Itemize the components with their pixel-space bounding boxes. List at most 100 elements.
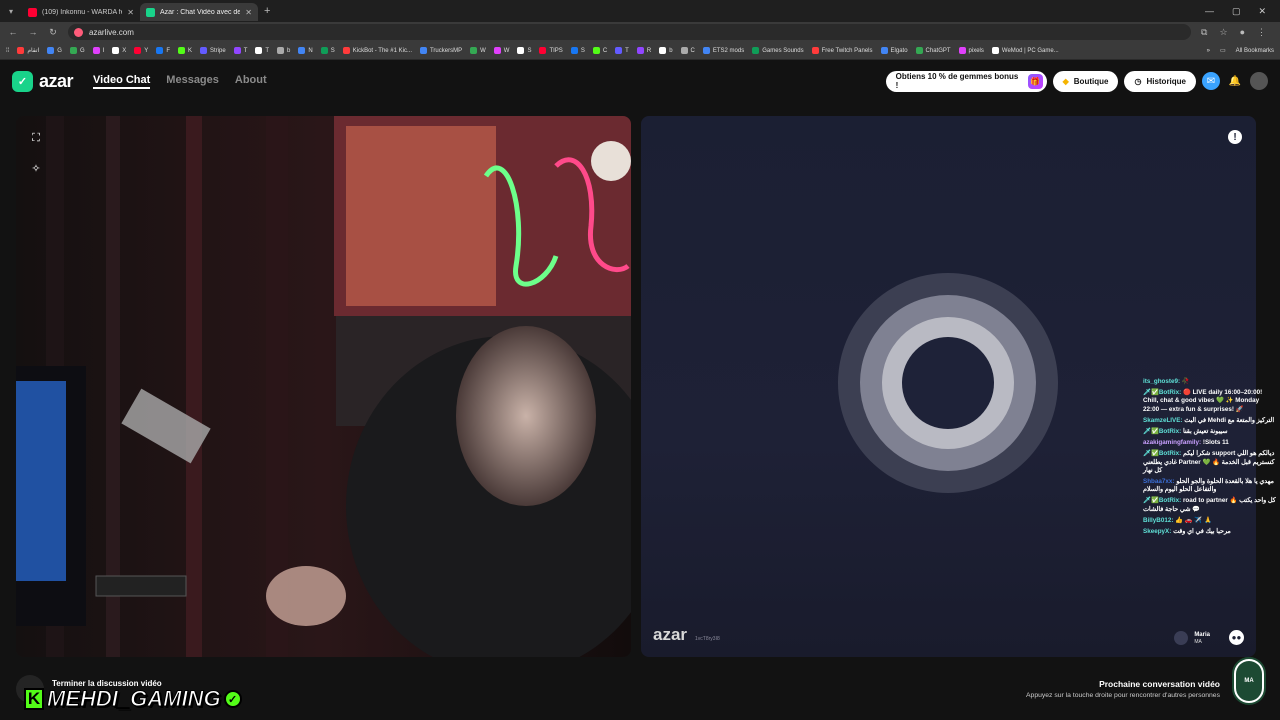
- verified-icon: ✓: [223, 690, 242, 708]
- chat-message: 🗡✅BotRix: 🔴 LIVE daily 16:00–20:00! Chil…: [1143, 389, 1276, 414]
- history-button[interactable]: ◷ Historique: [1124, 70, 1196, 92]
- bookmark-item[interactable]: Games Sounds: [752, 47, 804, 54]
- close-tab-icon[interactable]: ✕: [245, 8, 252, 17]
- avatar[interactable]: [1250, 72, 1268, 90]
- bell-icon[interactable]: 🔔: [1226, 72, 1244, 90]
- forward-icon[interactable]: →: [28, 27, 38, 37]
- bookmark-item[interactable]: I: [92, 47, 104, 54]
- bookmark-item[interactable]: Stripe: [200, 47, 226, 54]
- bookmark-item[interactable]: T: [233, 47, 247, 54]
- bookmark-favicon-icon: [177, 47, 185, 54]
- peer-avatar: [1174, 631, 1189, 645]
- peer-info[interactable]: Maria MA: [1174, 631, 1210, 645]
- bookmark-item[interactable]: WeMod | PC Game...: [991, 47, 1059, 54]
- nav-video-chat[interactable]: Video Chat: [93, 74, 151, 89]
- chat-bubble-icon[interactable]: ✉: [1202, 72, 1220, 90]
- bookmark-item[interactable]: S: [320, 47, 335, 54]
- logo-text: azar: [39, 70, 74, 91]
- back-icon[interactable]: ←: [8, 27, 18, 37]
- bookmark-item[interactable]: اتقام: [17, 47, 39, 54]
- new-tab-button[interactable]: +: [258, 5, 276, 17]
- bookmark-label: ETS2 mods: [712, 47, 745, 54]
- self-video: ⛶ ✧: [16, 116, 631, 657]
- close-tab-icon[interactable]: ✕: [127, 8, 134, 17]
- menu-icon[interactable]: ⋮: [1257, 27, 1266, 38]
- channel-logo: MA: [1232, 657, 1266, 705]
- bookmark-item[interactable]: ETS2 mods: [702, 47, 745, 54]
- bookmark-label: Elgato: [890, 47, 908, 54]
- url-text: azarlive.com: [89, 27, 134, 37]
- nav-messages[interactable]: Messages: [166, 74, 219, 89]
- report-icon[interactable]: !: [1228, 130, 1242, 144]
- bookmark-item[interactable]: F: [156, 47, 170, 54]
- minimize-icon[interactable]: —: [1205, 6, 1214, 17]
- bookmark-item[interactable]: K: [177, 47, 192, 54]
- bookmark-favicon-icon: [958, 47, 966, 54]
- chat-text: في البث Mehdi التركيز والمتعة مع: [1184, 416, 1275, 424]
- bookmark-item[interactable]: G: [47, 47, 62, 54]
- bookmark-item[interactable]: ChatGPT: [915, 47, 951, 54]
- bookmark-item[interactable]: TruckersMP: [419, 47, 462, 54]
- azar-logo-icon: ✓: [12, 70, 33, 92]
- nav-about[interactable]: About: [235, 74, 267, 89]
- bookmark-item[interactable]: KickBot - The #1 Kic...: [342, 47, 412, 54]
- stream-chat-overlay: its_ghoste9: 🥀 🗡✅BotRix: 🔴 LIVE daily 16:…: [1143, 378, 1276, 539]
- bookmark-star-icon[interactable]: ☆: [1219, 27, 1227, 38]
- bookmark-item[interactable]: Elgato: [880, 47, 908, 54]
- chat-username: 🗡✅BotRix:: [1143, 450, 1182, 458]
- azar-logo[interactable]: ✓ azar: [12, 70, 74, 92]
- peer-name: Maria: [1194, 632, 1210, 638]
- bookmark-item[interactable]: b: [659, 47, 673, 54]
- bookmark-item[interactable]: T: [615, 47, 629, 54]
- chat-text: سيبونة تعيش بقنا: [1182, 428, 1228, 436]
- gems-bonus-button[interactable]: Obtiens 10 % de gemmes bonus ! 🎁: [885, 70, 1047, 92]
- filter-wand-icon[interactable]: ✧: [28, 160, 44, 176]
- bookmark-item[interactable]: Y: [134, 47, 148, 54]
- message-icon[interactable]: ●●: [1229, 630, 1244, 645]
- browser-tab-azar[interactable]: Azar : Chat Vidéo avec de ✕: [140, 3, 258, 21]
- bookmark-item[interactable]: W: [470, 47, 486, 54]
- bookmark-item[interactable]: C: [592, 47, 607, 54]
- webcam-feed: [16, 116, 631, 657]
- expand-icon[interactable]: ⛶: [28, 130, 44, 146]
- bookmark-label: Games Sounds: [762, 47, 804, 54]
- chat-message: BillyB012: 👍 🚗 ✈️ 🙏: [1143, 517, 1276, 525]
- bookmark-item[interactable]: C: [680, 47, 695, 54]
- bookmark-item[interactable]: S: [517, 47, 531, 54]
- bookmark-item[interactable]: pixels: [958, 47, 984, 54]
- shop-label: Boutique: [1073, 76, 1109, 86]
- chat-text: 👍 🚗 ✈️ 🙏: [1175, 516, 1212, 524]
- url-field[interactable]: azarlive.com: [68, 24, 1192, 40]
- bookmark-item[interactable]: TIPS: [539, 47, 563, 54]
- site-info-icon[interactable]: [74, 27, 83, 37]
- bookmark-item[interactable]: W: [493, 47, 509, 54]
- bookmark-favicon-icon: [277, 47, 285, 54]
- streamer-overlay: K MEHDI_GAMING ✓: [24, 686, 242, 712]
- azar-header: ✓ azar Video Chat Messages About Obtiens…: [0, 60, 1280, 102]
- bookmark-item[interactable]: X: [112, 47, 126, 54]
- youtube-icon: [28, 7, 37, 17]
- bookmark-item[interactable]: S: [570, 47, 585, 54]
- bookmark-item[interactable]: N: [298, 47, 313, 54]
- bookmark-item[interactable]: T: [255, 47, 269, 54]
- shop-button[interactable]: ◆ Boutique: [1052, 70, 1119, 92]
- bookmark-item[interactable]: G: [69, 47, 85, 54]
- all-bookmarks[interactable]: » ▭ All Bookmarks: [1207, 47, 1274, 55]
- browser-tab-youtube[interactable]: (109) Inkonnu - WARDA feat M ✕: [22, 3, 140, 21]
- install-icon[interactable]: ⧉: [1201, 27, 1207, 38]
- bookmark-favicon-icon: [419, 47, 427, 54]
- profile-icon[interactable]: ●: [1240, 27, 1245, 38]
- chat-text: !Slots 11: [1202, 439, 1229, 447]
- bookmark-label: Stripe: [210, 47, 226, 54]
- bookmark-item[interactable]: b: [277, 47, 290, 54]
- close-window-icon[interactable]: ✕: [1258, 6, 1266, 17]
- apps-icon[interactable]: ⁞⁞: [6, 48, 9, 54]
- reload-icon[interactable]: ↻: [48, 27, 58, 38]
- tab-search-icon[interactable]: ▾: [0, 0, 22, 22]
- next-chat-title[interactable]: Prochaine conversation vidéo: [1099, 679, 1220, 689]
- maximize-icon[interactable]: ▢: [1232, 6, 1241, 17]
- bookmark-item[interactable]: R: [636, 47, 651, 54]
- bookmark-item[interactable]: Free Twitch Panels: [811, 47, 873, 54]
- chevron-right-icon[interactable]: »: [1207, 48, 1210, 54]
- watermark-id: 1vcT8ry3I8: [695, 636, 720, 642]
